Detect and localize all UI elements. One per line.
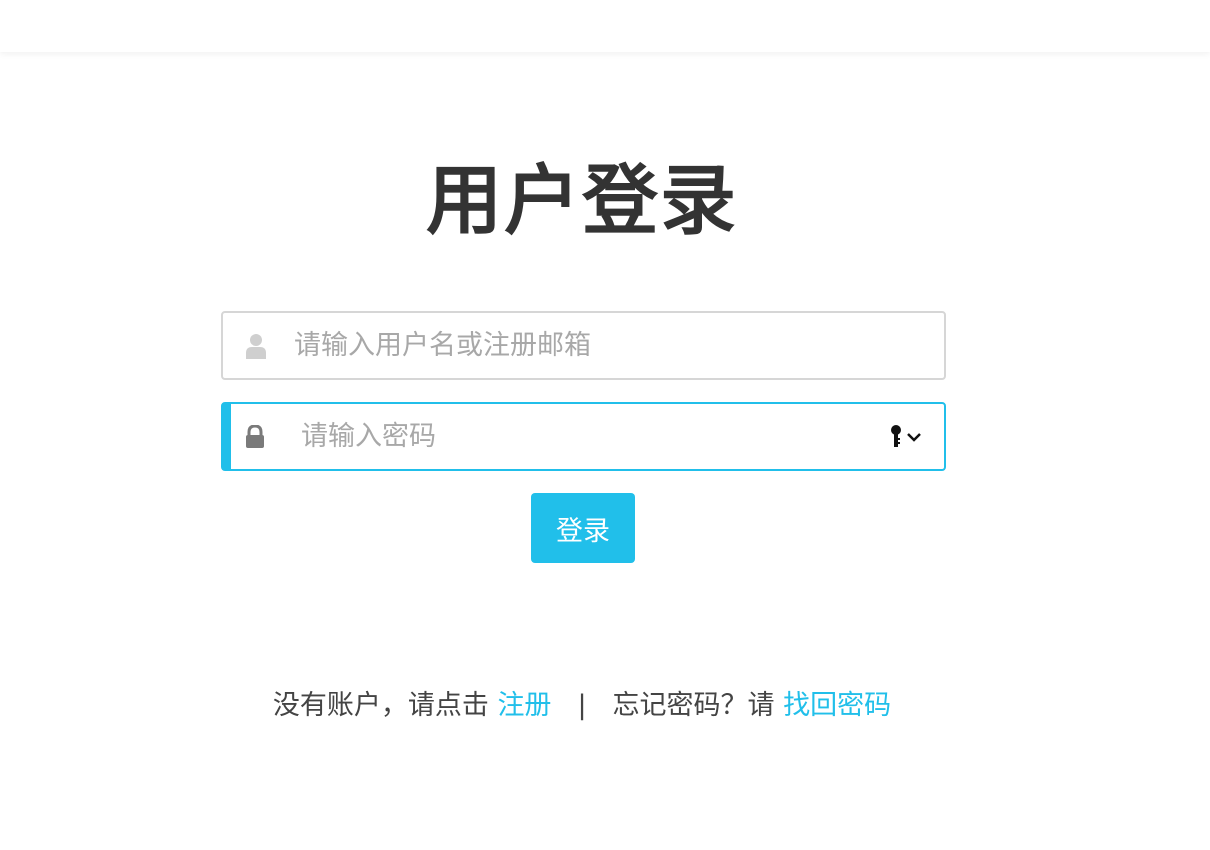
username-field[interactable] xyxy=(221,311,946,380)
user-icon xyxy=(246,333,266,359)
password-field[interactable] xyxy=(221,402,946,471)
username-input[interactable] xyxy=(294,313,914,378)
forgot-password-text: 忘记密码？请 xyxy=(612,690,775,721)
register-link[interactable]: 注册 xyxy=(497,690,551,721)
footer-separator: | xyxy=(577,690,587,721)
footer-links: 没有账户，请点击 注册 | 忘记密码？请 找回密码 xyxy=(0,686,1164,726)
top-nav-bar xyxy=(0,0,1210,52)
page-title: 用户登录 xyxy=(426,155,738,245)
recover-password-link[interactable]: 找回密码 xyxy=(783,690,891,721)
key-dropdown-icon[interactable] xyxy=(890,424,922,450)
lock-icon xyxy=(246,424,264,448)
login-button[interactable]: 登录 xyxy=(531,493,635,563)
no-account-text: 没有账户，请点击 xyxy=(272,690,489,721)
password-input[interactable] xyxy=(301,404,861,469)
